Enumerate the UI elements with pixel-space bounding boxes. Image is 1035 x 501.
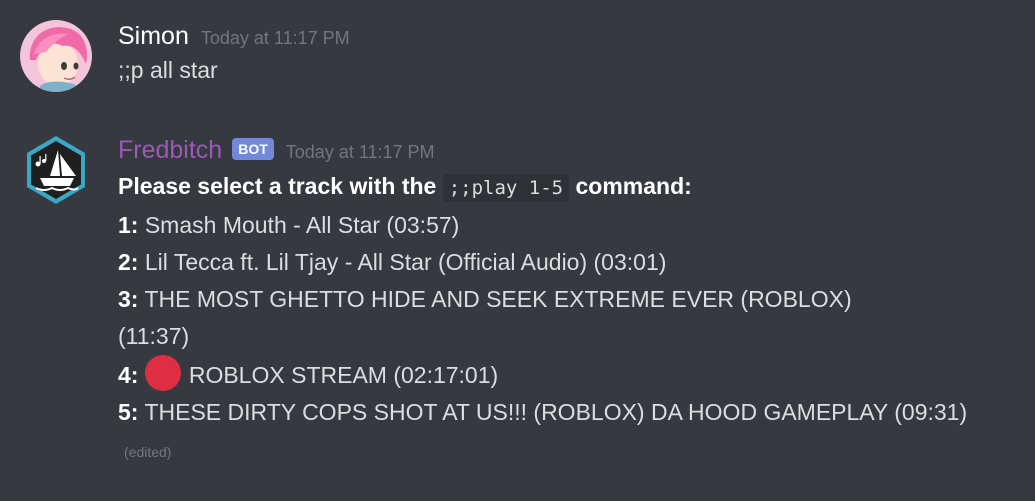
username[interactable]: Fredbitch (118, 128, 222, 172)
track-number: 5: (118, 399, 139, 425)
message-line: ;;p all star (118, 57, 218, 83)
bot-avatar[interactable] (20, 134, 92, 206)
message-text: Please select a track with the ;;play 1-… (118, 168, 1018, 471)
edited-label: (edited) (124, 444, 172, 460)
track-number: 4: (118, 362, 139, 388)
track-item-4: 4: ROBLOX STREAM (02:17:01) (118, 355, 1018, 394)
timestamp: Today at 11:17 PM (200, 28, 350, 48)
track-item-5: 5: THESE DIRTY COPS SHOT AT US!!! (ROBLO… (118, 394, 978, 471)
music-ship-bot-avatar-icon (20, 134, 92, 206)
track-item-1: 1: Smash Mouth - All Star (03:57) (118, 207, 1018, 244)
prompt-text-end: command: (575, 173, 692, 199)
track-title: Smash Mouth - All Star (03:57) (144, 212, 460, 238)
user-avatar[interactable] (20, 20, 92, 92)
track-title: Lil Tecca ft. Lil Tjay - All Star (Offic… (144, 249, 667, 275)
message-text: ;;p all star (118, 52, 1018, 89)
track-title: THE MOST GHETTO HIDE AND SEEK EXTREME EV… (118, 286, 852, 349)
track-item-2: 2: Lil Tecca ft. Lil Tjay - All Star (Of… (118, 244, 1018, 281)
track-number: 3: (118, 286, 139, 312)
red-circle-icon (144, 355, 181, 391)
track-prompt: Please select a track with the ;;play 1-… (118, 168, 1018, 207)
prompt-text: Please select a track with the (118, 173, 437, 199)
command-code: ;;play 1-5 (442, 174, 570, 202)
bot-badge: BOT (232, 138, 274, 160)
track-title: THESE DIRTY COPS SHOT AT US!!! (ROBLOX) … (144, 399, 968, 425)
track-number: 2: (118, 249, 139, 275)
timestamp: Today at 11:17 PM (285, 142, 435, 162)
track-number: 1: (118, 212, 139, 238)
track-item-3: 3: THE MOST GHETTO HIDE AND SEEK EXTREME… (118, 281, 918, 355)
track-title: ROBLOX STREAM (02:17:01) (188, 362, 499, 388)
pink-hair-person-avatar-icon (20, 20, 92, 92)
